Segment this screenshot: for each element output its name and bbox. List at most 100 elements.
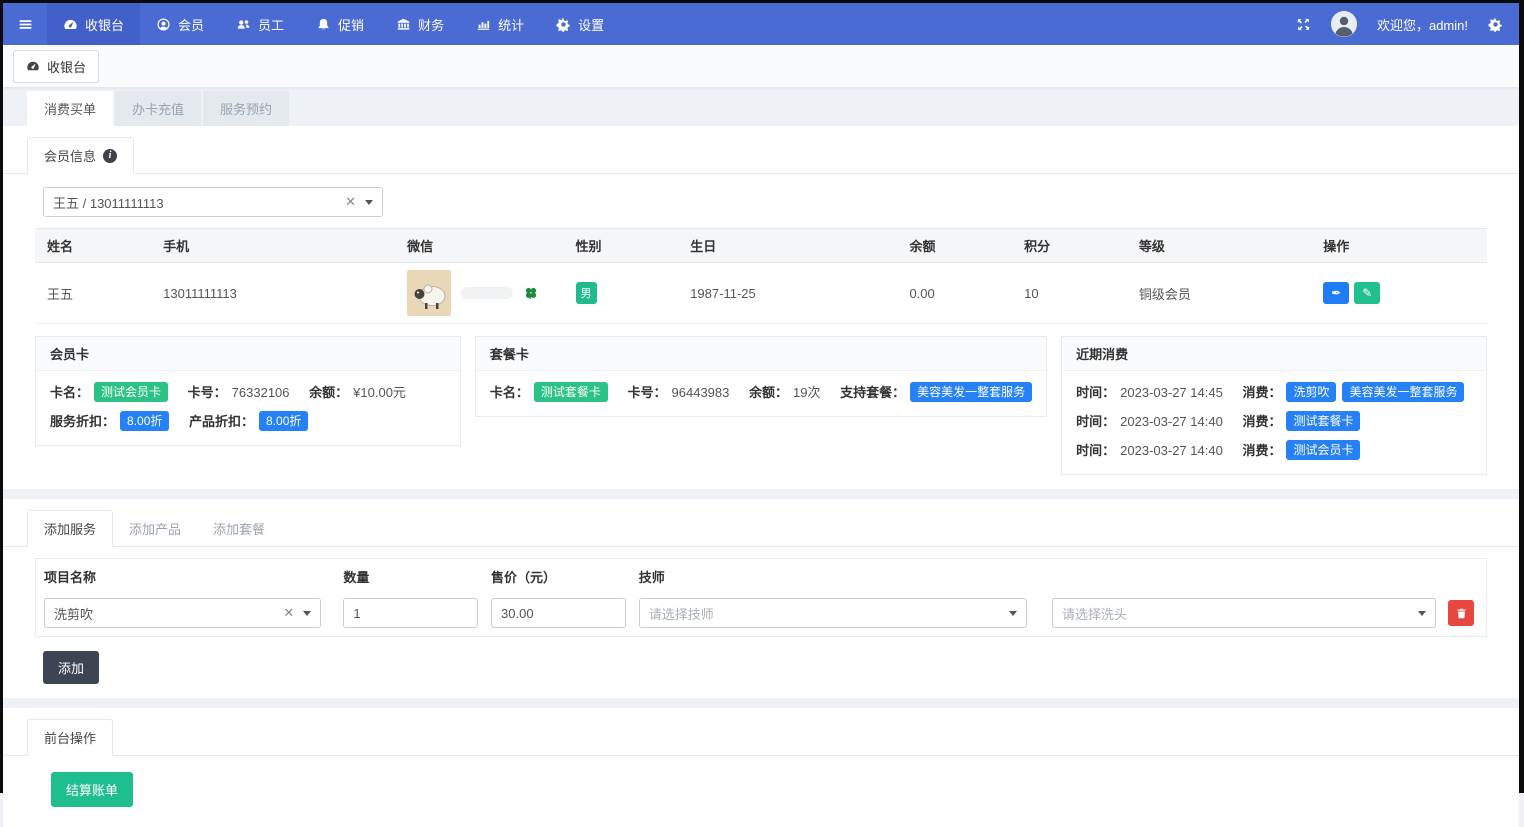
- recent-row: 时间：2023-03-27 14:40 消费：测试套餐卡: [1076, 407, 1472, 436]
- cell-gender: 男: [564, 263, 679, 324]
- recent-consumption-card: 近期消费 时间：2023-03-27 14:45 消费：洗剪吹美容美发一整套服务…: [1061, 336, 1487, 475]
- wash-select[interactable]: 请选择洗头: [1052, 598, 1436, 628]
- item-select[interactable]: 洗剪吹 ✕: [44, 598, 321, 628]
- wechat-avatar: [407, 270, 451, 316]
- nav-item-members[interactable]: 会员: [140, 3, 220, 45]
- cell-balance: 0.00: [897, 263, 1012, 324]
- recent-time: 2023-03-27 14:40: [1120, 414, 1223, 429]
- package-number: 96443983: [672, 385, 730, 400]
- consume-badge: 测试会员卡: [1286, 440, 1360, 460]
- front-ops-panel: 前台操作 结算账单: [3, 708, 1519, 827]
- nav-item-staff[interactable]: 员工: [220, 3, 300, 45]
- gear-icon[interactable]: [1488, 17, 1503, 32]
- nav-item-label: 统计: [498, 15, 524, 34]
- header-price: 售价（元）: [491, 567, 626, 586]
- breadcrumb-bar: 收银台: [3, 45, 1519, 87]
- clover-icon: [523, 285, 539, 301]
- tab-service-booking[interactable]: 服务预约: [203, 91, 289, 126]
- cards-row: 会员卡 卡名：测试会员卡 卡号：76332106 余额：¥10.00元 服务折扣…: [35, 336, 1487, 475]
- col-gender: 性别: [564, 229, 679, 263]
- package-card: 套餐卡 卡名：测试套餐卡 卡号：96443983 余额：19次 支持套餐：美容美…: [475, 336, 1047, 417]
- nav-item-promotion[interactable]: 促销: [300, 3, 380, 45]
- tab-card-recharge[interactable]: 办卡充值: [115, 91, 201, 126]
- consume-badge: 洗剪吹: [1286, 382, 1336, 402]
- item-select-value: 洗剪吹: [54, 604, 283, 623]
- table-header-row: 姓名 手机 微信 性别 生日 余额 积分 等级 操作: [35, 229, 1487, 263]
- technician-select[interactable]: 请选择技师: [639, 598, 1027, 628]
- nav-item-label: 收银台: [85, 15, 124, 34]
- clear-icon[interactable]: ✕: [283, 605, 294, 621]
- recent-row: 时间：2023-03-27 14:40 消费：测试会员卡: [1076, 436, 1472, 465]
- bar-chart-icon: [476, 17, 491, 32]
- tab-add-product[interactable]: 添加产品: [113, 511, 197, 546]
- card-name-badge: 测试会员卡: [94, 382, 168, 402]
- avatar[interactable]: [1331, 11, 1357, 37]
- add-tabs: 添加服务 添加产品 添加套餐: [3, 499, 1519, 547]
- cell-points: 10: [1012, 263, 1127, 324]
- col-name: 姓名: [35, 229, 151, 263]
- nav-item-finance[interactable]: 财务: [380, 3, 460, 45]
- cell-actions: ✒✎: [1311, 263, 1487, 324]
- col-phone: 手机: [151, 229, 395, 263]
- col-level: 等级: [1127, 229, 1311, 263]
- nav-item-label: 促销: [338, 15, 364, 34]
- settle-bill-button[interactable]: 结算账单: [51, 772, 133, 807]
- tab-member-info[interactable]: 会员信息 i: [27, 137, 134, 174]
- member-select[interactable]: 王五 / 13011111113 ✕: [43, 187, 383, 217]
- package-name-badge: 测试套餐卡: [534, 382, 608, 402]
- bank-icon: [396, 17, 411, 32]
- tab-front-ops[interactable]: 前台操作: [27, 719, 113, 756]
- recent-time: 2023-03-27 14:40: [1120, 443, 1223, 458]
- sidebar-toggle-button[interactable]: [3, 3, 47, 45]
- delete-row-button[interactable]: [1448, 600, 1474, 626]
- tab-consume-pay[interactable]: 消费买单: [27, 91, 113, 126]
- breadcrumb[interactable]: 收银台: [13, 50, 99, 83]
- member-info-panel: 会员信息 i 王五 / 13011111113 ✕ 姓名 手机 微信 性别 生日: [3, 126, 1519, 489]
- member-info-tabs: 会员信息 i: [3, 126, 1519, 174]
- bell-icon: [316, 17, 331, 32]
- package-balance: 19次: [793, 385, 820, 400]
- add-button[interactable]: 添加: [43, 651, 99, 684]
- pencil-icon: ✎: [1362, 286, 1372, 300]
- service-form: 项目名称 数量 售价（元） 技师 洗剪吹 ✕ 请选择: [35, 558, 1487, 637]
- technician-placeholder: 请选择技师: [649, 604, 1009, 623]
- nav-item-cashier[interactable]: 收银台: [47, 3, 140, 45]
- tab-add-service[interactable]: 添加服务: [27, 510, 113, 547]
- card-balance: ¥10.00元: [353, 385, 406, 400]
- recent-row: 时间：2023-03-27 14:45 消费：洗剪吹美容美发一整套服务: [1076, 378, 1472, 407]
- edit-card-button[interactable]: ✎: [1354, 282, 1380, 304]
- page-content: 消费买单 办卡充值 服务预约 会员信息 i 王五 / 13011111113 ✕…: [3, 87, 1519, 827]
- nav-item-label: 会员: [178, 15, 204, 34]
- service-form-row: 洗剪吹 ✕ 请选择技师 请选择洗头: [36, 590, 1486, 636]
- quantity-input[interactable]: [343, 598, 478, 628]
- cell-phone: 13011111113: [151, 263, 395, 324]
- top-navbar: 收银台 会员 员工 促销 财务 统计 设置 欢迎您，admin!: [3, 3, 1519, 45]
- header-quantity: 数量: [343, 567, 478, 586]
- consume-badge: 测试套餐卡: [1286, 411, 1360, 431]
- wash-placeholder: 请选择洗头: [1062, 604, 1418, 623]
- col-birthday: 生日: [678, 229, 897, 263]
- user-circle-icon: [156, 17, 171, 32]
- front-ops-tabs: 前台操作: [3, 708, 1519, 756]
- nav-item-settings[interactable]: 设置: [540, 3, 620, 45]
- product-discount-badge: 8.00折: [259, 411, 308, 431]
- nav-item-statistics[interactable]: 统计: [460, 3, 540, 45]
- package-support-badge: 美容美发一整套服务: [910, 382, 1032, 402]
- chevron-down-icon: [303, 611, 311, 616]
- pen-nib-icon: ✒: [1331, 286, 1341, 300]
- price-input[interactable]: [491, 598, 626, 628]
- tachometer-icon: [26, 59, 40, 73]
- fullscreen-icon[interactable]: [1296, 17, 1311, 32]
- member-select-value: 王五 / 13011111113: [53, 193, 345, 212]
- tab-add-package[interactable]: 添加套餐: [197, 511, 281, 546]
- tachometer-icon: [63, 17, 78, 32]
- edit-member-button[interactable]: ✒: [1323, 282, 1349, 304]
- card-number: 76332106: [232, 385, 290, 400]
- hamburger-icon: [17, 16, 34, 33]
- nav-item-label: 设置: [578, 15, 604, 34]
- chevron-down-icon: [1009, 611, 1017, 616]
- col-points: 积分: [1012, 229, 1127, 263]
- gear-icon: [556, 17, 571, 32]
- nav-item-label: 财务: [418, 15, 444, 34]
- clear-icon[interactable]: ✕: [345, 194, 356, 210]
